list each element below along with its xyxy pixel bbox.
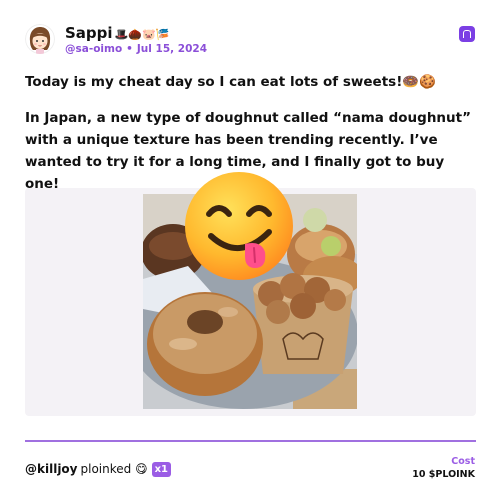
- app-logo-icon[interactable]: [459, 26, 475, 42]
- display-name-text: Sappi: [65, 24, 113, 42]
- post-header: Sappi 🎩🌰🐷🎏 @sa-oimo • Jul 15, 2024: [25, 24, 475, 58]
- cost-value: 10 $PLOINK: [412, 469, 475, 480]
- plonker-handle[interactable]: @killjoy: [25, 462, 78, 476]
- meta-separator: •: [126, 43, 133, 55]
- post-meta: @sa-oimo • Jul 15, 2024: [65, 43, 207, 56]
- avatar[interactable]: [25, 24, 55, 54]
- face-savoring-food-icon: [185, 172, 293, 280]
- post-card: Sappi 🎩🌰🐷🎏 @sa-oimo • Jul 15, 2024 Today is…: [0, 0, 500, 500]
- plonk-verb: ploinked: [80, 462, 132, 476]
- name-emojis: 🎩🌰🐷🎏: [114, 28, 170, 41]
- footer-divider: [25, 440, 476, 442]
- avatar-girl-icon: [25, 24, 55, 54]
- plonk-emoji: 😋: [135, 462, 148, 476]
- display-name[interactable]: Sappi 🎩🌰🐷🎏: [65, 24, 169, 44]
- plonk-info: @killjoy ploinked 😋 x1: [25, 460, 172, 478]
- cost-label: Cost: [451, 456, 475, 467]
- post-date: Jul 15, 2024: [136, 43, 208, 55]
- cost-block: Cost 10 $PLOINK: [412, 456, 475, 482]
- multiplier-badge: x1: [151, 462, 172, 477]
- handle[interactable]: @sa-oimo: [65, 43, 122, 55]
- post-headline: Today is my cheat day so I can eat lots …: [25, 74, 436, 90]
